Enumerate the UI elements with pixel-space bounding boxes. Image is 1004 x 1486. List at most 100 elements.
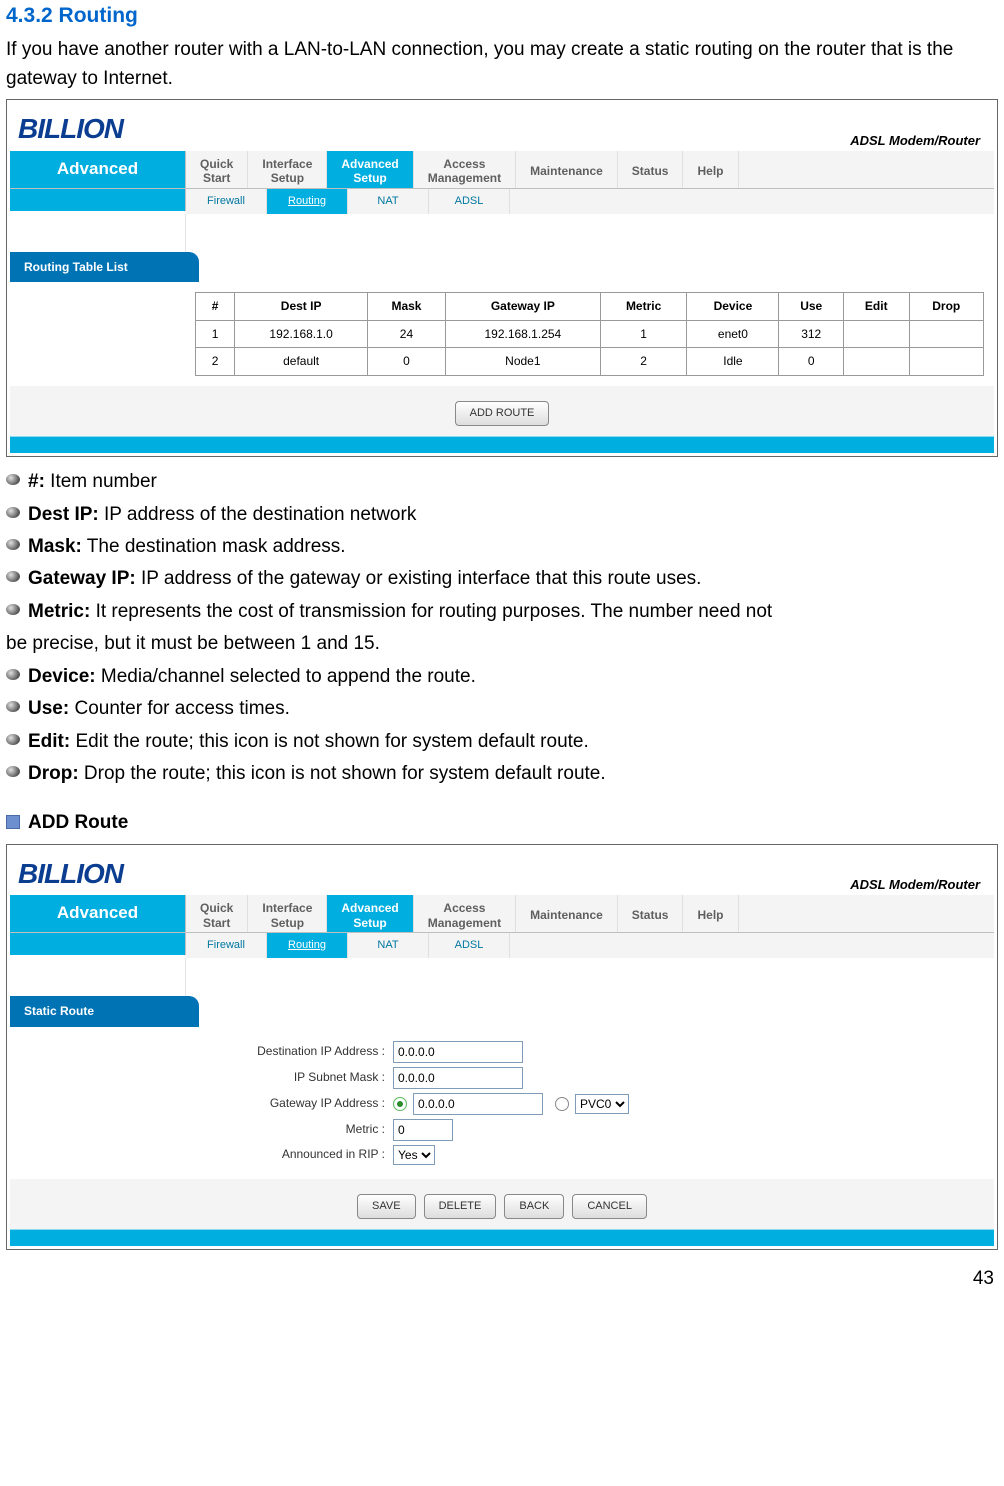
subnav-tab[interactable]: ADSL [429, 189, 510, 214]
brand-logo: BILLION [14, 107, 123, 150]
gateway-input[interactable] [413, 1093, 543, 1115]
add-route-button[interactable]: ADD ROUTE [455, 401, 550, 426]
subnav-tab[interactable]: NAT [348, 933, 429, 958]
section-label: Routing Table List [10, 252, 199, 283]
ellipse-bullet-icon [6, 701, 20, 712]
table-cell: 1 [196, 320, 235, 348]
nav-tab[interactable]: Maintenance [516, 151, 618, 188]
table-cell [843, 348, 909, 376]
ellipse-bullet-icon [6, 539, 20, 550]
section-label: Static Route [10, 996, 199, 1027]
subnav-tab[interactable]: ADSL [429, 933, 510, 958]
metric-label: Metric : [185, 1120, 393, 1139]
table-row: 1192.168.1.024192.168.1.2541enet0312 [196, 320, 984, 348]
nav-tab[interactable]: AccessManagement [414, 151, 516, 188]
cancel-button[interactable]: CANCEL [572, 1194, 647, 1219]
brand-logo: BILLION [14, 852, 123, 895]
intro-text: If you have another router with a LAN-to… [6, 35, 998, 94]
gateway-pvc-select[interactable]: PVC0 [575, 1094, 629, 1114]
rip-label: Announced in RIP : [185, 1145, 393, 1164]
nav-tab[interactable]: AdvancedSetup [327, 151, 413, 188]
subnav-tab[interactable]: Routing [267, 189, 348, 214]
subnav-tab[interactable]: Firewall [186, 189, 267, 214]
nav-tab[interactable]: Help [683, 151, 738, 188]
nav-left-title: Advanced [10, 151, 186, 188]
definition-text: Gateway IP: IP address of the gateway or… [28, 564, 701, 593]
definition-text: Dest IP: IP address of the destination n… [28, 500, 416, 529]
table-cell: 312 [779, 320, 844, 348]
metric-input[interactable] [393, 1119, 453, 1141]
subnav-tab[interactable]: Firewall [186, 933, 267, 958]
dest-ip-input[interactable] [393, 1041, 523, 1063]
table-cell: 24 [368, 320, 446, 348]
definition-line: Drop: Drop the route; this icon is not s… [6, 759, 998, 788]
definition-continuation: be precise, but it must be between 1 and… [6, 629, 998, 658]
subnav-tab[interactable]: Routing [267, 933, 348, 958]
gateway-ip-radio[interactable] [393, 1097, 407, 1111]
table-header: Dest IP [235, 293, 368, 321]
ellipse-bullet-icon [6, 734, 20, 745]
nav-tab[interactable]: Status [618, 151, 684, 188]
nav-tab[interactable]: QuickStart [186, 151, 248, 188]
ellipse-bullet-icon [6, 604, 20, 615]
mask-label: IP Subnet Mask : [185, 1068, 393, 1087]
nav-tab[interactable]: Status [618, 895, 684, 932]
mask-input[interactable] [393, 1067, 523, 1089]
table-cell [843, 320, 909, 348]
definition-text: #: Item number [28, 467, 157, 496]
nav-tab[interactable]: QuickStart [186, 895, 248, 932]
section-title: 4.3.2 Routing [6, 0, 998, 33]
square-bullet-icon [6, 815, 20, 829]
nav-tab[interactable]: AccessManagement [414, 895, 516, 932]
nav-tab[interactable]: InterfaceSetup [248, 895, 327, 932]
nav-left-title: Advanced [10, 895, 186, 932]
gateway-pvc-radio[interactable] [555, 1097, 569, 1111]
table-cell: 192.168.1.254 [445, 320, 600, 348]
routing-table-screenshot: BILLION ADSL Modem/Router Advanced Quick… [6, 99, 998, 457]
table-header: Metric [600, 293, 687, 321]
table-cell [909, 348, 983, 376]
table-header: Device [687, 293, 779, 321]
table-header: # [196, 293, 235, 321]
definition-line: #: Item number [6, 467, 998, 496]
dest-ip-label: Destination IP Address : [185, 1042, 393, 1061]
table-cell: 1 [600, 320, 687, 348]
definition-line: Device: Media/channel selected to append… [6, 662, 998, 691]
definition-text: Edit: Edit the route; this icon is not s… [28, 727, 589, 756]
definition-line: Metric: It represents the cost of transm… [6, 597, 998, 626]
definition-line: Gateway IP: IP address of the gateway or… [6, 564, 998, 593]
table-header: Drop [909, 293, 983, 321]
definition-line: Mask: The destination mask address. [6, 532, 998, 561]
table-cell: Node1 [445, 348, 600, 376]
nav-tab[interactable]: Maintenance [516, 895, 618, 932]
product-name: ADSL Modem/Router [850, 875, 986, 895]
definition-text: Use: Counter for access times. [28, 694, 290, 723]
nav-tab[interactable]: InterfaceSetup [248, 151, 327, 188]
ellipse-bullet-icon [6, 669, 20, 680]
definition-line: Dest IP: IP address of the destination n… [6, 500, 998, 529]
delete-button[interactable]: DELETE [424, 1194, 497, 1219]
table-cell: 2 [196, 348, 235, 376]
definition-line: Edit: Edit the route; this icon is not s… [6, 727, 998, 756]
ellipse-bullet-icon [6, 474, 20, 485]
definition-text: Drop: Drop the route; this icon is not s… [28, 759, 606, 788]
ellipse-bullet-icon [6, 766, 20, 777]
table-header: Mask [368, 293, 446, 321]
definition-text: Device: Media/channel selected to append… [28, 662, 476, 691]
subnav-tab[interactable]: NAT [348, 189, 429, 214]
add-route-heading-row: ADD Route [6, 808, 998, 837]
table-cell: Idle [687, 348, 779, 376]
table-header: Use [779, 293, 844, 321]
ellipse-bullet-icon [6, 571, 20, 582]
page-number: 43 [6, 1264, 998, 1293]
rip-select[interactable]: Yes [393, 1145, 435, 1165]
table-header: Edit [843, 293, 909, 321]
save-button[interactable]: SAVE [357, 1194, 416, 1219]
nav-tab[interactable]: Help [683, 895, 738, 932]
table-header: Gateway IP [445, 293, 600, 321]
nav-tab[interactable]: AdvancedSetup [327, 895, 413, 932]
definition-line: Use: Counter for access times. [6, 694, 998, 723]
product-name: ADSL Modem/Router [850, 131, 986, 151]
table-cell: default [235, 348, 368, 376]
back-button[interactable]: BACK [504, 1194, 564, 1219]
